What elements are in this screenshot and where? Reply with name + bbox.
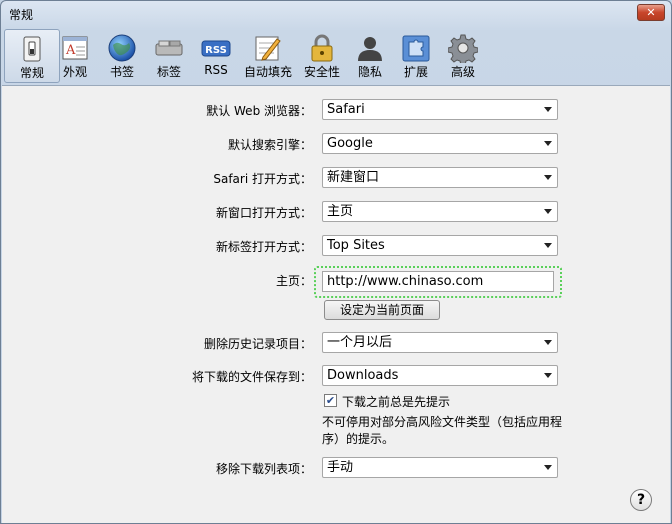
download-note: 不可停用对部分高风险文件类型（包括应用程序）的提示。 bbox=[322, 415, 563, 446]
new-tab-label: 新标签打开方式： bbox=[215, 240, 312, 254]
default-search-value: Google bbox=[327, 136, 373, 151]
homepage-focus-ring: http://www.chinaso.com bbox=[314, 266, 562, 298]
chevron-down-icon bbox=[544, 209, 552, 214]
remove-history-select[interactable]: 一个月以后 bbox=[322, 332, 558, 353]
safari-open-select[interactable]: 新建窗口 bbox=[322, 167, 558, 188]
lock-icon bbox=[311, 34, 333, 62]
help-icon: ? bbox=[636, 492, 646, 508]
tab-rss-label: RSS bbox=[204, 63, 228, 77]
tabs-icon bbox=[155, 40, 183, 56]
tab-autofill[interactable]: 自动填充 bbox=[240, 29, 296, 83]
chevron-down-icon bbox=[544, 465, 552, 470]
homepage-label: 主页： bbox=[275, 274, 312, 288]
title-bar: 常规 ✕ bbox=[1, 1, 671, 27]
new-window-select[interactable]: 主页 bbox=[322, 201, 558, 222]
chevron-down-icon bbox=[544, 340, 552, 345]
new-window-value: 主页 bbox=[327, 204, 354, 219]
default-browser-label: 默认 Web 浏览器： bbox=[206, 104, 312, 118]
gear-icon bbox=[448, 34, 478, 63]
remove-history-value: 一个月以后 bbox=[327, 335, 393, 350]
chevron-down-icon bbox=[544, 107, 552, 112]
default-browser-select[interactable]: Safari bbox=[322, 99, 558, 120]
remove-download-list-value: 手动 bbox=[327, 460, 354, 475]
chevron-down-icon bbox=[544, 373, 552, 378]
new-tab-select[interactable]: Top Sites bbox=[322, 235, 558, 256]
chevron-down-icon bbox=[544, 141, 552, 146]
puzzle-icon bbox=[402, 35, 430, 62]
tab-rss[interactable]: RSS RSS bbox=[188, 29, 244, 83]
set-current-page-button[interactable]: 设定为当前页面 bbox=[324, 300, 440, 320]
preferences-window: 常规 ✕ 常规 A 外观 书签 标签 RSS RSS 自动填充 安全性 隐私 扩… bbox=[0, 0, 672, 524]
chevron-down-icon bbox=[544, 175, 552, 180]
default-search-select[interactable]: Google bbox=[322, 133, 558, 154]
default-browser-value: Safari bbox=[327, 102, 365, 117]
close-button[interactable]: ✕ bbox=[637, 4, 665, 21]
preferences-toolbar: 常规 A 外观 书签 标签 RSS RSS 自动填充 安全性 隐私 扩展 高级 bbox=[1, 29, 671, 83]
remove-download-list-select[interactable]: 手动 bbox=[322, 457, 558, 478]
remove-download-list-label: 移除下载列表项： bbox=[215, 462, 312, 476]
safari-open-label: Safari 打开方式： bbox=[213, 172, 312, 186]
new-window-label: 新窗口打开方式： bbox=[215, 206, 312, 220]
general-switch-icon bbox=[23, 36, 41, 62]
appearance-icon: A bbox=[62, 36, 88, 60]
rss-icon-text: RSS bbox=[205, 45, 227, 56]
remove-history-label: 删除历史记录项目： bbox=[203, 337, 312, 351]
chevron-down-icon bbox=[544, 243, 552, 248]
checkmark-icon: ✔ bbox=[325, 394, 336, 407]
tab-advanced-label: 高级 bbox=[450, 65, 475, 79]
person-icon bbox=[358, 37, 382, 61]
save-downloads-select[interactable]: Downloads bbox=[322, 365, 558, 386]
save-downloads-value: Downloads bbox=[327, 368, 399, 383]
ask-before-download-checkbox[interactable]: ✔ bbox=[324, 394, 337, 407]
safari-open-value: 新建窗口 bbox=[327, 170, 380, 185]
tab-advanced[interactable]: 高级 bbox=[435, 29, 491, 83]
homepage-input[interactable]: http://www.chinaso.com bbox=[322, 271, 554, 292]
window-title: 常规 bbox=[9, 8, 34, 22]
save-downloads-label: 将下载的文件保存到： bbox=[191, 370, 312, 384]
globe-icon bbox=[108, 34, 136, 62]
general-settings-panel: 默认 Web 浏览器： Safari 默认搜索引擎： Google Safari… bbox=[2, 85, 670, 523]
close-icon: ✕ bbox=[646, 6, 656, 19]
rss-icon: RSS bbox=[201, 40, 231, 57]
autofill-pencil-icon bbox=[255, 36, 281, 61]
new-tab-value: Top Sites bbox=[327, 238, 385, 253]
ask-before-download-label: 下载之前总是先提示 bbox=[342, 395, 451, 409]
tab-autofill-label: 自动填充 bbox=[243, 65, 292, 79]
default-search-label: 默认搜索引擎： bbox=[227, 138, 312, 152]
help-button[interactable]: ? bbox=[630, 489, 652, 511]
svg-text:A: A bbox=[65, 43, 76, 58]
